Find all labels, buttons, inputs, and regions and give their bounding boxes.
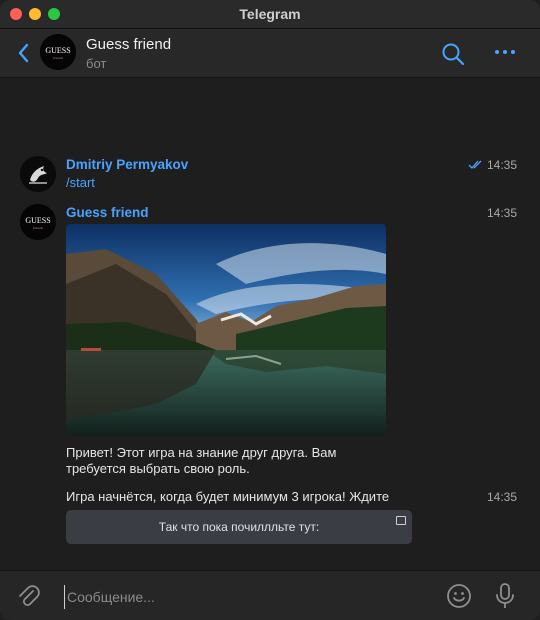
paperclip-icon[interactable] xyxy=(16,583,42,609)
title-bar: Telegram xyxy=(0,0,540,29)
more-options-icon[interactable] xyxy=(493,45,517,59)
message-time: 14:35 xyxy=(487,158,518,172)
inline-keyboard-button[interactable]: Так что пока почиллльте тут: xyxy=(66,510,412,544)
search-icon[interactable] xyxy=(440,41,466,67)
message-sender[interactable]: Dmitriy Permyakov xyxy=(66,157,188,172)
microphone-icon[interactable] xyxy=(494,582,516,610)
guess-logo-icon: GUESS friends xyxy=(40,34,76,70)
svg-text:friends: friends xyxy=(33,226,43,230)
message-composer xyxy=(0,570,540,620)
message-photo[interactable] xyxy=(66,224,386,436)
chat-status: бот xyxy=(86,56,107,71)
mountain-lake-icon xyxy=(66,224,386,436)
user-avatar[interactable] xyxy=(20,156,56,192)
bot-avatar[interactable]: GUESS friends xyxy=(40,34,76,70)
message-time: 14:35 xyxy=(487,206,518,220)
message-sender[interactable]: Guess friend xyxy=(66,205,149,220)
dragon-logo-icon xyxy=(20,156,56,192)
telegram-window: Telegram GUESS friends Guess friend бот xyxy=(0,0,540,620)
svg-text:GUESS: GUESS xyxy=(45,46,70,55)
read-checkmarks-icon xyxy=(468,160,482,169)
window-title: Telegram xyxy=(239,6,301,22)
photo-caption: Привет! Этот игра на знание друг друга. … xyxy=(66,445,337,476)
message-list: Dmitriy Permyakov /start 14:35 GUESS fri… xyxy=(0,78,540,570)
message-input[interactable] xyxy=(64,585,429,609)
emoji-icon[interactable] xyxy=(446,583,472,609)
message-time: 14:35 xyxy=(487,490,518,504)
bot-command-link[interactable]: /start xyxy=(66,175,95,191)
chat-title[interactable]: Guess friend xyxy=(86,36,171,53)
guess-logo-icon: GUESS friends xyxy=(20,204,56,240)
chat-header: GUESS friends Guess friend бот xyxy=(0,29,540,78)
svg-text:friends: friends xyxy=(53,56,63,60)
bot-avatar[interactable]: GUESS friends xyxy=(20,204,56,240)
message-text: Игра начнётся, когда будет минимум 3 игр… xyxy=(66,489,390,504)
back-arrow-icon[interactable] xyxy=(14,41,34,65)
open-link-icon xyxy=(396,516,406,525)
svg-text:GUESS: GUESS xyxy=(25,216,50,225)
